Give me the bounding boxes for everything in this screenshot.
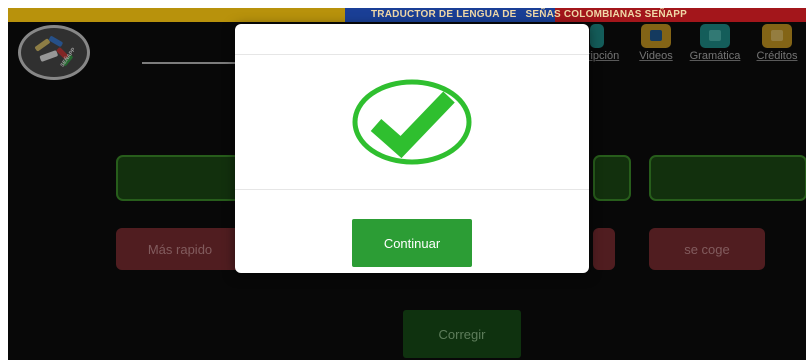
checkmark-icon [352,79,472,165]
continue-button[interactable]: Continuar [352,219,472,267]
app-title: TRADUCTOR DE LENGUA DE SEÑAS COLOMBIANAS… [371,9,687,20]
modal-header-divider [235,54,589,55]
banner-yellow [8,8,345,22]
success-modal: Continuar [235,24,589,273]
modal-footer-divider [235,189,589,190]
